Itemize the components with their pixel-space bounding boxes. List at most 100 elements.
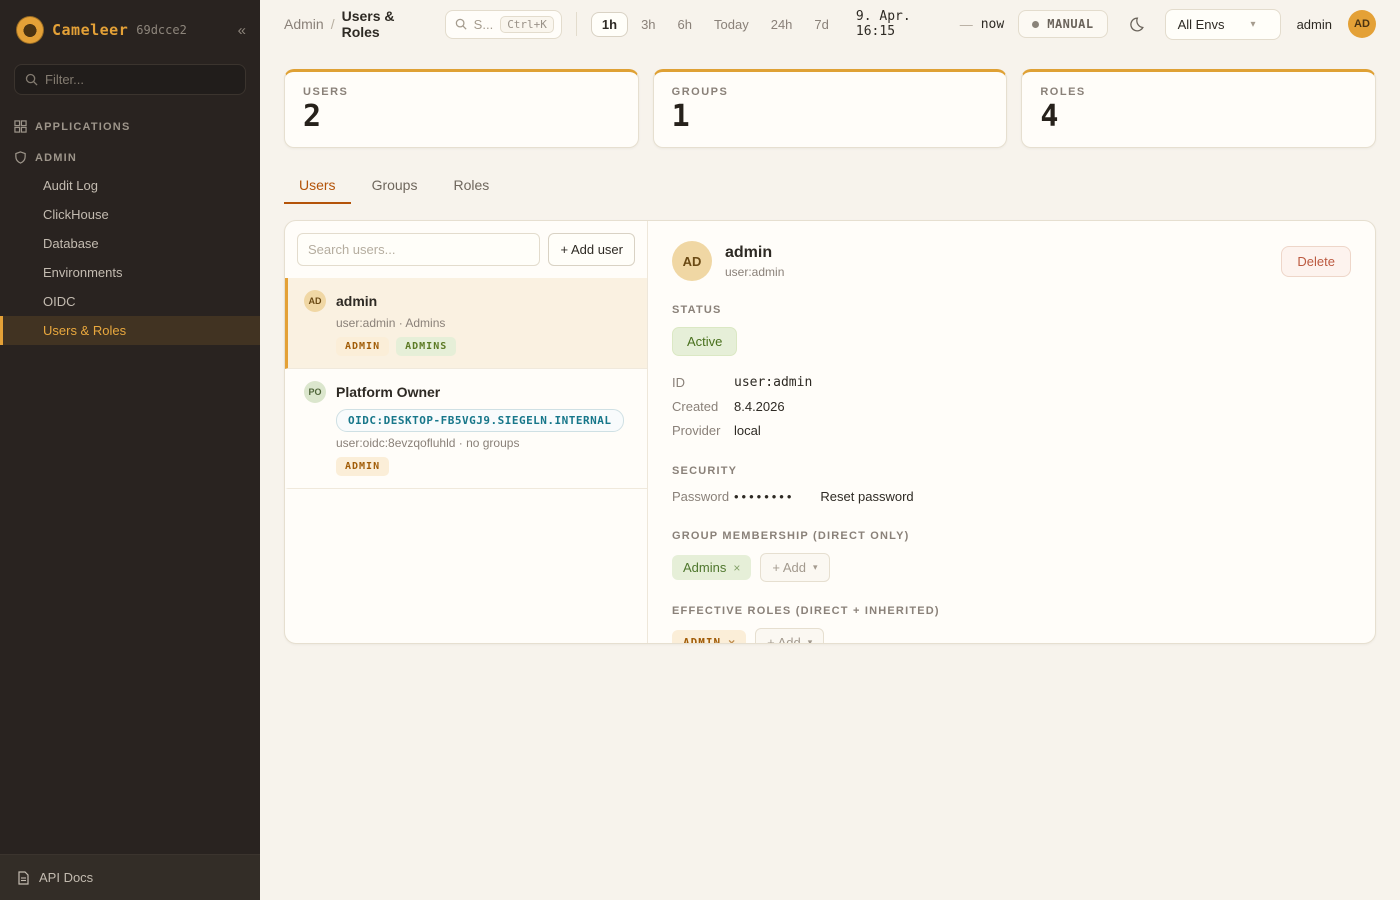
tab-users[interactable]: Users	[284, 168, 351, 204]
user-name: Platform Owner	[336, 384, 440, 400]
password-label: Password	[672, 489, 734, 504]
user-meta: user:oidc:8evzqofluhld · no groups	[336, 436, 631, 450]
field-label-id: ID	[672, 375, 734, 390]
range-7d-button[interactable]: 7d	[805, 12, 837, 37]
field-label-provider: Provider	[672, 423, 734, 438]
stat-card-users[interactable]: USERS 2	[284, 69, 639, 148]
sidebar-header: Cameleer 69dcce2 «	[0, 0, 260, 58]
add-group-button[interactable]: + Add ▾	[760, 553, 829, 582]
current-username: admin	[1297, 17, 1332, 32]
range-24h-button[interactable]: 24h	[762, 12, 802, 37]
field-label-created: Created	[672, 399, 734, 414]
range-6h-button[interactable]: 6h	[669, 12, 701, 37]
sidebar-item-oidc[interactable]: OIDC	[0, 287, 260, 316]
user-list-item-admin[interactable]: AD admin user:admin · Admins ADMIN ADMIN…	[285, 278, 647, 369]
time-end: now	[981, 17, 1004, 32]
refresh-status-dot	[1032, 21, 1039, 28]
user-list-pane: + Add user AD admin user:admin · Admins …	[285, 221, 648, 643]
range-3h-button[interactable]: 3h	[632, 12, 664, 37]
shield-icon	[14, 151, 27, 164]
sidebar: Cameleer 69dcce2 « APPLICATIONS ADMIN Au…	[0, 0, 260, 900]
sidebar-filter[interactable]	[14, 64, 246, 95]
effective-roles-section-label: EFFECTIVE ROLES (DIRECT + INHERITED)	[672, 605, 1351, 617]
dark-mode-toggle[interactable]	[1124, 12, 1149, 37]
environment-select-value: All Envs	[1178, 17, 1225, 32]
add-group-label: + Add	[772, 560, 806, 575]
reset-password-link[interactable]: Reset password	[820, 489, 913, 504]
sidebar-filter-input[interactable]	[45, 72, 235, 87]
group-membership-section-label: GROUP MEMBERSHIP (DIRECT ONLY)	[672, 530, 1351, 542]
time-span[interactable]: 9. Apr. 16:15 — now	[856, 9, 1004, 39]
role-badge: ADMIN	[336, 457, 389, 476]
group-chips-row: Admins × + Add ▾	[672, 553, 1351, 582]
environment-select[interactable]: All Envs ▾	[1165, 9, 1281, 40]
search-icon	[455, 18, 467, 30]
breadcrumb-separator: /	[331, 16, 335, 32]
user-list-item-platform-owner[interactable]: PO Platform Owner OIDC:DESKTOP-FB5VGJ9.S…	[285, 369, 647, 489]
detail-user-name: admin	[725, 244, 784, 262]
user-list-controls: + Add user	[285, 221, 647, 278]
role-chip-label: ADMIN	[683, 636, 721, 643]
grid-icon	[14, 120, 27, 133]
user-search-input[interactable]	[297, 233, 540, 266]
sidebar-item-audit-log[interactable]: Audit Log	[0, 171, 260, 200]
add-role-label: + Add	[767, 635, 801, 643]
document-icon	[16, 871, 30, 885]
app-name: Cameleer	[52, 21, 128, 39]
role-chips-row: ADMIN × + Add ▾	[672, 628, 1351, 643]
stat-label: ROLES	[1040, 86, 1357, 98]
tab-groups[interactable]: Groups	[357, 168, 433, 204]
search-shortcut: Ctrl+K	[500, 16, 554, 33]
delete-user-button[interactable]: Delete	[1281, 246, 1351, 277]
sidebar-item-environments[interactable]: Environments	[0, 258, 260, 287]
role-chip-admin[interactable]: ADMIN ×	[672, 630, 746, 644]
main-content: USERS 2 GROUPS 1 ROLES 4 Users Groups Ro…	[260, 48, 1400, 900]
range-1h-button[interactable]: 1h	[591, 12, 628, 37]
sidebar-section-applications[interactable]: APPLICATIONS	[0, 109, 260, 140]
remove-icon[interactable]: ×	[728, 636, 735, 644]
sidebar-item-clickhouse[interactable]: ClickHouse	[0, 200, 260, 229]
range-today-button[interactable]: Today	[705, 12, 758, 37]
user-avatar[interactable]: AD	[1348, 10, 1376, 38]
avatar: AD	[304, 290, 326, 312]
detail-user-id: user:admin	[725, 265, 784, 279]
stat-card-roles[interactable]: ROLES 4	[1021, 69, 1376, 148]
breadcrumb-admin[interactable]: Admin	[284, 16, 324, 32]
stat-card-groups[interactable]: GROUPS 1	[653, 69, 1008, 148]
search-icon	[25, 73, 38, 86]
user-detail-header: AD admin user:admin Delete	[672, 241, 1351, 281]
sidebar-collapse-button[interactable]: «	[238, 22, 246, 39]
password-mask: ••••••••	[734, 489, 794, 504]
group-chip-label: Admins	[683, 560, 726, 575]
header-right-cluster: MANUAL All Envs ▾ admin AD	[1018, 9, 1376, 40]
tab-bar: Users Groups Roles	[284, 168, 1376, 204]
api-docs-link[interactable]: API Docs	[0, 854, 260, 900]
status-badge: Active	[672, 327, 737, 356]
stat-value: 1	[672, 100, 989, 133]
add-role-button[interactable]: + Add ▾	[755, 628, 824, 643]
app-build-id: 69dcce2	[136, 23, 187, 37]
add-user-button[interactable]: + Add user	[548, 233, 635, 266]
users-panel: + Add user AD admin user:admin · Admins …	[284, 220, 1376, 644]
tab-roles[interactable]: Roles	[438, 168, 504, 204]
field-value-created: 8.4.2026	[734, 399, 785, 414]
search-hint: S...	[474, 17, 494, 32]
api-docs-label: API Docs	[39, 870, 93, 885]
sidebar-section-admin[interactable]: ADMIN	[0, 140, 260, 171]
remove-icon[interactable]: ×	[733, 561, 740, 575]
section-label: APPLICATIONS	[35, 121, 130, 133]
sidebar-item-users-roles[interactable]: Users & Roles	[0, 316, 260, 345]
breadcrumb: Admin / Users & Roles	[284, 8, 431, 40]
sidebar-item-database[interactable]: Database	[0, 229, 260, 258]
time-separator: —	[960, 17, 973, 32]
stat-value: 4	[1040, 100, 1357, 133]
refresh-mode-button[interactable]: MANUAL	[1018, 10, 1107, 38]
stats-row: USERS 2 GROUPS 1 ROLES 4	[284, 69, 1376, 148]
role-badge: ADMIN	[336, 337, 389, 356]
group-chip-admins[interactable]: Admins ×	[672, 555, 751, 580]
avatar: AD	[672, 241, 712, 281]
user-detail-pane: AD admin user:admin Delete STATUS Active…	[648, 221, 1375, 643]
global-search-button[interactable]: S... Ctrl+K	[445, 10, 562, 39]
password-row: Password •••••••• Reset password	[672, 485, 1351, 507]
moon-icon	[1128, 16, 1145, 33]
